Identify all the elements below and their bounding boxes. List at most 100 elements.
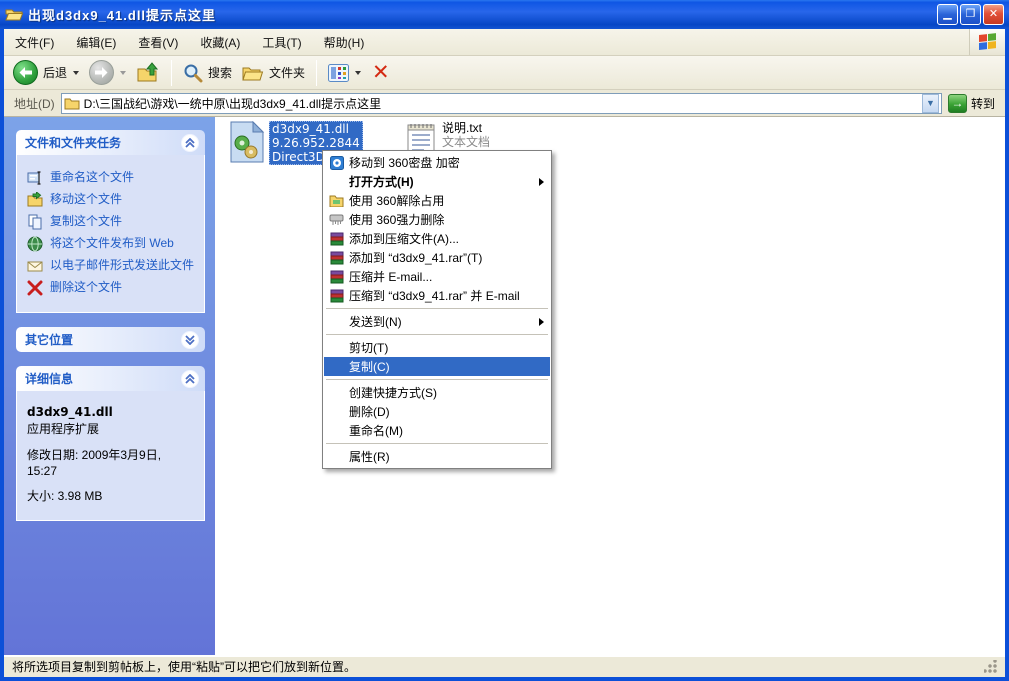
task-publish-web[interactable]: 将这个文件发布到 Web: [27, 236, 196, 252]
toolbar-separator: [316, 60, 317, 86]
ctx-add-to-named-archive[interactable]: 添加到 “d3dx9_41.rar”(T): [324, 248, 550, 267]
up-folder-icon: [136, 62, 160, 84]
ctx-add-to-archive[interactable]: 添加到压缩文件(A)...: [324, 229, 550, 248]
ctx-compress-email[interactable]: 压缩并 E-mail...: [324, 267, 550, 286]
task-label: 重命名这个文件: [50, 170, 134, 186]
delete-x-icon[interactable]: ✕: [368, 63, 394, 83]
task-rename-file[interactable]: 重命名这个文件: [27, 170, 196, 186]
rename-icon: [27, 170, 43, 186]
360-disk-icon: [327, 155, 346, 171]
back-dropdown-icon[interactable]: [73, 71, 79, 75]
up-button[interactable]: [133, 62, 163, 84]
chevron-up-icon[interactable]: [181, 134, 199, 152]
ctx-cut[interactable]: 剪切(T): [324, 338, 550, 357]
ctx-send-to[interactable]: 发送到(N): [324, 312, 550, 331]
file-list-area[interactable]: d3dx9_41.dll 9.26.952.2844 Direct3D 说明.t…: [215, 117, 1005, 655]
task-delete-file[interactable]: 删除这个文件: [27, 280, 196, 296]
ctx-360-unlock[interactable]: 使用 360解除占用: [324, 191, 550, 210]
file-tasks-header[interactable]: 文件和文件夹任务: [16, 130, 205, 155]
menu-help[interactable]: 帮助(H): [313, 30, 376, 55]
details-file-name: d3dx9_41.dll: [27, 405, 196, 419]
shredder-icon: [327, 212, 346, 228]
ctx-move-to-360-disk[interactable]: 移动到 360密盘 加密: [324, 153, 550, 172]
task-copy-file[interactable]: 复制这个文件: [27, 214, 196, 230]
folders-button[interactable]: 文件夹: [239, 64, 308, 82]
menu-edit[interactable]: 编辑(E): [65, 30, 127, 55]
file-tasks-title: 文件和文件夹任务: [25, 134, 121, 151]
ctx-create-shortcut[interactable]: 创建快捷方式(S): [324, 383, 550, 402]
ctx-rename[interactable]: 重命名(M): [324, 421, 550, 440]
search-button[interactable]: 搜索: [180, 63, 235, 83]
go-button[interactable]: → 转到: [948, 94, 995, 113]
back-button[interactable]: 后退: [10, 60, 82, 85]
title-bar[interactable]: 出现d3dx9_41.dll提示点这里 ▁ ❒ ✕: [0, 0, 1009, 29]
menu-separator: [326, 308, 548, 309]
context-menu: 移动到 360密盘 加密 打开方式(H) 使用 360解除占用 使用 360强力…: [322, 150, 552, 469]
ctx-delete[interactable]: 删除(D): [324, 402, 550, 421]
explorer-window: 出现d3dx9_41.dll提示点这里 ▁ ❒ ✕ 文件(F) 编辑(E) 查看…: [0, 0, 1009, 681]
folder-icon: [5, 7, 23, 22]
other-places-header[interactable]: 其它位置: [16, 327, 205, 352]
details-file-size: 大小: 3.98 MB: [27, 487, 196, 504]
views-dropdown-icon[interactable]: [355, 71, 361, 75]
forward-icon: [89, 60, 114, 85]
details-header[interactable]: 详细信息: [16, 366, 205, 391]
ctx-compress-named-email[interactable]: 压缩到 “d3dx9_41.rar” 并 E-mail: [324, 286, 550, 305]
forward-dropdown-icon: [120, 71, 126, 75]
ctx-open-with[interactable]: 打开方式(H): [324, 172, 550, 191]
file-name: 说明.txt: [442, 121, 490, 135]
menu-view[interactable]: 查看(V): [127, 30, 189, 55]
address-label: 地址(D): [14, 95, 55, 112]
search-label: 搜索: [208, 64, 232, 81]
ctx-properties[interactable]: 属性(R): [324, 447, 550, 466]
file-tasks-panel: 文件和文件夹任务 重命名这个文件 移动这个文件: [16, 130, 205, 313]
chevron-down-icon[interactable]: [181, 331, 199, 349]
details-panel: 详细信息 d3dx9_41.dll 应用程序扩展 修改日期: 2009年3月9日…: [16, 366, 205, 521]
back-icon: [13, 60, 38, 85]
go-label: 转到: [971, 95, 995, 112]
status-bar: 将所选项目复制到剪帖板上，使用“粘贴”可以把它们放到新位置。: [4, 655, 1005, 677]
menu-tools[interactable]: 工具(T): [251, 30, 312, 55]
window-title: 出现d3dx9_41.dll提示点这里: [28, 5, 216, 24]
status-text: 将所选项目复制到剪帖板上，使用“粘贴”可以把它们放到新位置。: [12, 658, 356, 675]
winrar-icon: [327, 231, 346, 247]
other-places-title: 其它位置: [25, 331, 73, 348]
winrar-icon: [327, 288, 346, 304]
close-button[interactable]: ✕: [983, 4, 1004, 25]
folders-icon: [242, 64, 264, 82]
resize-grip[interactable]: [984, 660, 997, 673]
other-places-panel: 其它位置: [16, 327, 205, 352]
chevron-up-icon[interactable]: [181, 370, 199, 388]
views-icon: [328, 64, 349, 82]
details-modified-time: 15:27: [27, 464, 196, 478]
copy-icon: [27, 214, 43, 230]
move-icon: [27, 192, 43, 208]
task-email-file[interactable]: 以电子邮件形式发送此文件: [27, 258, 196, 274]
folder-icon: [64, 97, 80, 110]
menu-separator: [326, 379, 548, 380]
address-dropdown-button[interactable]: ▼: [922, 94, 939, 113]
dll-file-icon: [228, 121, 266, 163]
task-label: 将这个文件发布到 Web: [50, 236, 174, 252]
minimize-button[interactable]: ▁: [937, 4, 958, 25]
task-sidebar: 文件和文件夹任务 重命名这个文件 移动这个文件: [4, 117, 215, 655]
forward-button[interactable]: [86, 60, 129, 85]
360-folder-icon: [327, 193, 346, 209]
menu-file[interactable]: 文件(F): [4, 30, 65, 55]
ctx-copy[interactable]: 复制(C): [324, 357, 550, 376]
go-arrow-icon: →: [948, 94, 967, 113]
views-button[interactable]: [325, 64, 364, 82]
address-bar: 地址(D) D:\三国战纪\游戏\一统中原\出现d3dx9_41.dll提示点这…: [4, 90, 1005, 117]
menu-favorites[interactable]: 收藏(A): [189, 30, 251, 55]
ctx-360-force-delete[interactable]: 使用 360强力删除: [324, 210, 550, 229]
task-move-file[interactable]: 移动这个文件: [27, 192, 196, 208]
address-input[interactable]: D:\三国战纪\游戏\一统中原\出现d3dx9_41.dll提示点这里 ▼: [61, 93, 942, 114]
task-label: 删除这个文件: [50, 280, 122, 296]
details-title: 详细信息: [25, 370, 73, 387]
menu-separator: [326, 443, 548, 444]
address-text: D:\三国战纪\游戏\一统中原\出现d3dx9_41.dll提示点这里: [84, 95, 381, 112]
back-label: 后退: [43, 64, 67, 81]
file-version: 9.26.952.2844: [272, 136, 360, 150]
submenu-arrow-icon: [539, 178, 544, 186]
maximize-button[interactable]: ❒: [960, 4, 981, 25]
